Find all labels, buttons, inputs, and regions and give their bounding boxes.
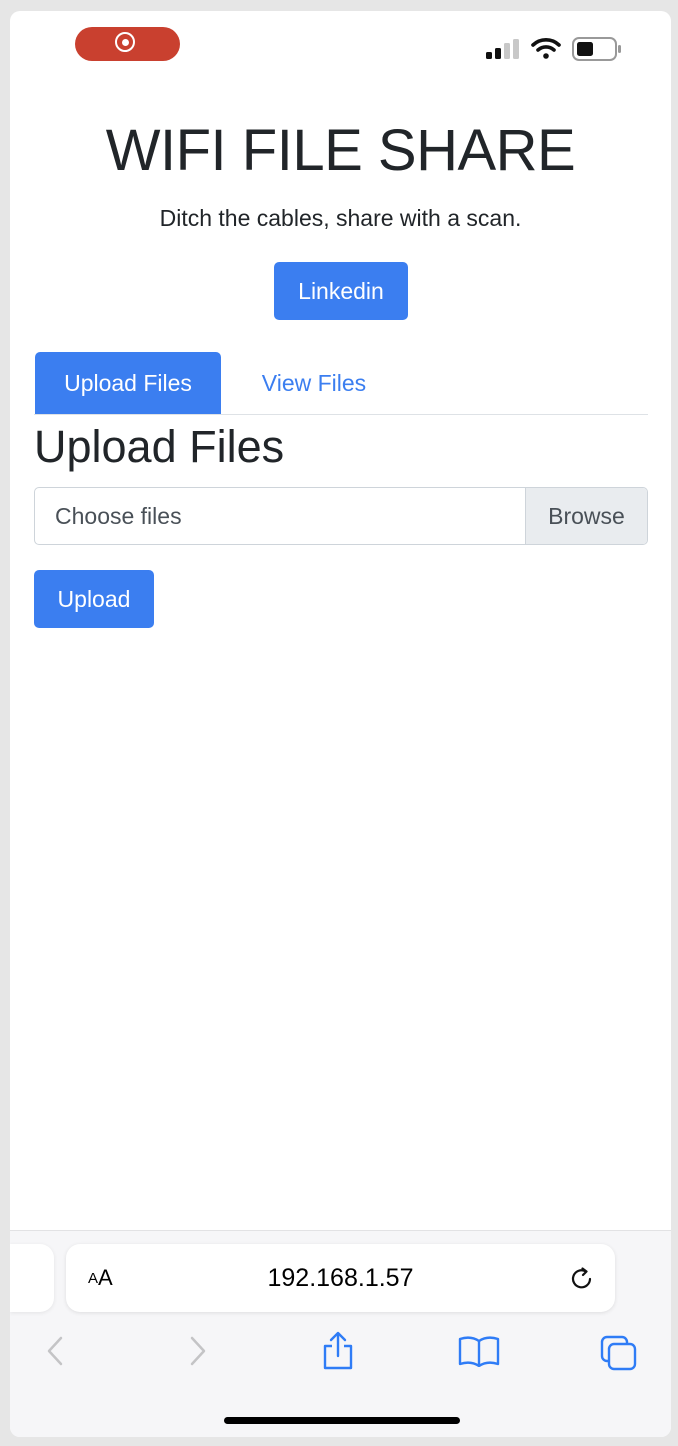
reload-icon[interactable] (569, 1266, 595, 1292)
tab-upload-files[interactable]: Upload Files (35, 352, 221, 414)
share-icon[interactable] (321, 1331, 355, 1371)
battery-icon (572, 37, 621, 61)
forward-icon[interactable] (187, 1335, 209, 1367)
linkedin-button[interactable]: Linkedin (274, 262, 408, 320)
browse-button[interactable]: Browse (525, 488, 647, 544)
phone-screen: WIFI FILE SHARE Ditch the cables, share … (10, 11, 671, 1437)
file-input[interactable]: Choose files Browse (34, 487, 648, 545)
tabs-icon[interactable] (600, 1335, 638, 1371)
home-indicator[interactable] (224, 1417, 460, 1424)
bookmarks-icon[interactable] (458, 1335, 500, 1367)
tab-bar: Upload Files View Files (34, 352, 648, 415)
text-size-button[interactable]: AA (88, 1244, 113, 1312)
text-size-large-label: A (98, 1265, 113, 1290)
tab-view-files[interactable]: View Files (240, 352, 388, 414)
upload-section-heading: Upload Files (34, 421, 285, 472)
url-text[interactable]: 192.168.1.57 (66, 1244, 615, 1312)
text-size-small-label: A (88, 1269, 99, 1287)
wifi-icon (531, 38, 561, 59)
browser-toolbar: 192.168.1.57 AA (10, 1230, 671, 1437)
file-input-placeholder: Choose files (55, 502, 182, 529)
page-title: WIFI FILE SHARE (105, 118, 576, 183)
upload-button[interactable]: Upload (34, 570, 154, 628)
page-tagline: Ditch the cables, share with a scan. (159, 205, 522, 231)
back-icon[interactable] (44, 1335, 66, 1367)
signal-icon (486, 39, 519, 59)
previous-tab-preview[interactable] (10, 1244, 54, 1312)
screen-recording-indicator[interactable] (75, 27, 180, 61)
address-bar[interactable]: 192.168.1.57 AA (66, 1244, 615, 1312)
